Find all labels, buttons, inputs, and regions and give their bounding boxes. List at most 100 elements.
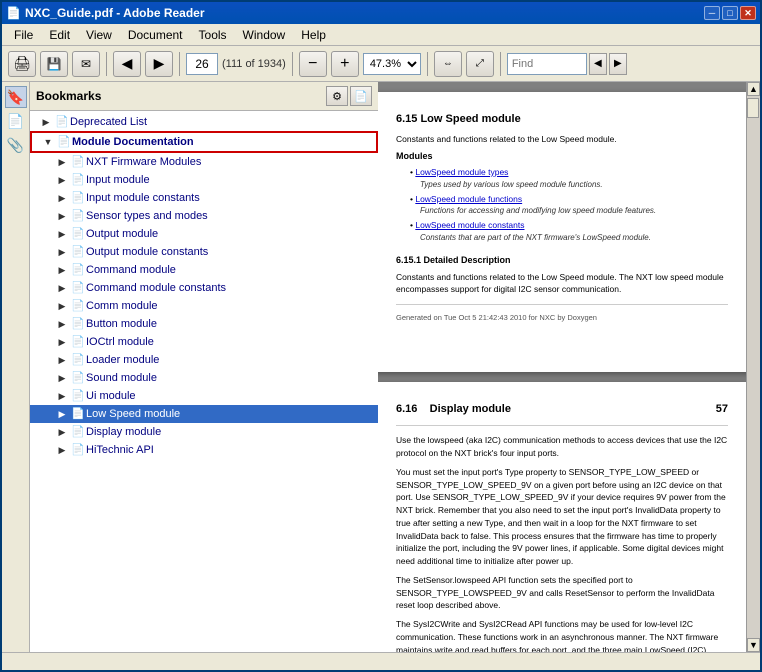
pages-panel-icon[interactable]: 📄: [5, 110, 27, 132]
toggle-sound-module[interactable]: ▶: [54, 370, 70, 386]
toggle-command-module[interactable]: ▶: [54, 262, 70, 278]
bookmark-output-module-const[interactable]: ▶ 📄 Output module constants: [30, 243, 378, 261]
find-prev-button[interactable]: ◀: [589, 53, 607, 75]
bookmark-command-module[interactable]: ▶ 📄 Command module: [30, 261, 378, 279]
bookmark-hitechnic[interactable]: ▶ 📄 HiTechnic API: [30, 441, 378, 459]
pdf-link-desc-0: Types used by various low speed module f…: [410, 180, 603, 189]
doc-icon-comm-module: 📄: [70, 298, 86, 314]
scroll-track[interactable]: [747, 96, 760, 638]
doc-icon-button-module: 📄: [70, 316, 86, 332]
menu-file[interactable]: File: [6, 26, 41, 44]
bookmark-button-module[interactable]: ▶ 📄 Button module: [30, 315, 378, 333]
label-command-module: Command module: [86, 262, 378, 278]
print-button[interactable]: 🖨: [8, 51, 36, 77]
toggle-hitechnic[interactable]: ▶: [54, 442, 70, 458]
toggle-output-module[interactable]: ▶: [54, 226, 70, 242]
maximize-button[interactable]: □: [722, 6, 738, 20]
scroll-up-arrow[interactable]: ▲: [747, 82, 760, 96]
bookmark-command-module-const[interactable]: ▶ 📄 Command module constants: [30, 279, 378, 297]
find-input[interactable]: [507, 53, 587, 75]
toggle-lowspeed-module[interactable]: ▶: [54, 406, 70, 422]
close-button[interactable]: ✕: [740, 6, 756, 20]
zoom-out-button[interactable]: −: [299, 51, 327, 77]
toggle-button-module[interactable]: ▶: [54, 316, 70, 332]
menu-tools[interactable]: Tools: [191, 26, 235, 44]
bookmark-module-doc[interactable]: ▼ 📄 Module Documentation: [30, 131, 378, 153]
doc-icon-sensor-types: 📄: [70, 208, 86, 224]
email-button[interactable]: ✉: [72, 51, 100, 77]
pdf-link-0[interactable]: LowSpeed module types: [415, 167, 508, 177]
bookmarks-header: Bookmarks ⚙ 📄: [30, 82, 378, 111]
bookmark-ui-module[interactable]: ▶ 📄 Ui module: [30, 387, 378, 405]
toggle-output-module-const[interactable]: ▶: [54, 244, 70, 260]
toggle-module-doc[interactable]: ▼: [40, 134, 56, 150]
back-button[interactable]: ◀: [113, 51, 141, 77]
zoom-select[interactable]: 47.3%: [363, 53, 421, 75]
doc-icon-module-doc: 📄: [56, 134, 72, 150]
doc-icon-input-module-const: 📄: [70, 190, 86, 206]
scroll-down-arrow[interactable]: ▼: [747, 638, 760, 652]
bookmark-input-module-const[interactable]: ▶ 📄 Input module constants: [30, 189, 378, 207]
toggle-input-module-const[interactable]: ▶: [54, 190, 70, 206]
bookmark-loader-module[interactable]: ▶ 📄 Loader module: [30, 351, 378, 369]
bookmark-lowspeed-module[interactable]: ▶ 📄 Low Speed module: [30, 405, 378, 423]
bookmark-ioctrl-module[interactable]: ▶ 📄 IOCtrl module: [30, 333, 378, 351]
bookmark-deprecated[interactable]: ▶ 📄 Deprecated List: [30, 113, 378, 131]
bookmark-comm-module[interactable]: ▶ 📄 Comm module: [30, 297, 378, 315]
toggle-deprecated[interactable]: ▶: [38, 114, 54, 130]
fit-width-button[interactable]: ⇔: [434, 51, 462, 77]
toggle-sensor-types[interactable]: ▶: [54, 208, 70, 224]
bookmark-sensor-types[interactable]: ▶ 📄 Sensor types and modes: [30, 207, 378, 225]
bookmark-output-module[interactable]: ▶ 📄 Output module: [30, 225, 378, 243]
toggle-ioctrl-module[interactable]: ▶: [54, 334, 70, 350]
doc-icon-command-module-const: 📄: [70, 280, 86, 296]
page-total: (111 of 1934): [222, 58, 286, 70]
bookmark-input-module[interactable]: ▶ 📄 Input module: [30, 171, 378, 189]
menu-window[interactable]: Window: [235, 26, 294, 44]
pdf-para2: The SetSensor.lowspeed API function sets…: [396, 574, 728, 612]
pdf-para3: The SysI2CWrite and SysI2CRead API funct…: [396, 618, 728, 652]
toggle-nxt-firmware[interactable]: ▶: [54, 154, 70, 170]
bookmark-display-module[interactable]: ▶ 📄 Display module: [30, 423, 378, 441]
toggle-display-module[interactable]: ▶: [54, 424, 70, 440]
bookmarks-panel: Bookmarks ⚙ 📄 ▶ 📄 Deprecated List: [30, 82, 378, 652]
toggle-comm-module[interactable]: ▶: [54, 298, 70, 314]
toggle-ui-module[interactable]: ▶: [54, 388, 70, 404]
toggle-loader-module[interactable]: ▶: [54, 352, 70, 368]
minimize-button[interactable]: ─: [704, 6, 720, 20]
bookmarks-panel-icon[interactable]: 🔖: [5, 86, 27, 108]
doc-icon-lowspeed-module: 📄: [70, 406, 86, 422]
zoom-in-button[interactable]: +: [331, 51, 359, 77]
main-window: 📄 NXC_Guide.pdf - Adobe Reader ─ □ ✕ Fil…: [0, 0, 762, 672]
find-next-button[interactable]: ▶: [609, 53, 627, 75]
sep2: [179, 52, 180, 76]
toggle-command-module-const[interactable]: ▶: [54, 280, 70, 296]
menu-document[interactable]: Document: [120, 26, 191, 44]
doc-icon-ui-module: 📄: [70, 388, 86, 404]
pdf-content-area[interactable]: 6.15 Low Speed module Constants and func…: [378, 82, 746, 652]
bookmark-nxt-firmware[interactable]: ▶ 📄 NXT Firmware Modules: [30, 153, 378, 171]
label-output-module: Output module: [86, 226, 378, 242]
scroll-thumb[interactable]: [747, 98, 759, 118]
pdf-page-num-2: 57: [716, 402, 728, 417]
bookmarks-new-button[interactable]: 📄: [350, 86, 372, 106]
forward-button[interactable]: ▶: [145, 51, 173, 77]
menu-view[interactable]: View: [78, 26, 120, 44]
toggle-input-module[interactable]: ▶: [54, 172, 70, 188]
menu-help[interactable]: Help: [293, 26, 334, 44]
bookmark-sound-module[interactable]: ▶ 📄 Sound module: [30, 369, 378, 387]
section-number-2: 6.16: [396, 403, 417, 415]
save-button[interactable]: 💾: [40, 51, 68, 77]
menu-edit[interactable]: Edit: [41, 26, 78, 44]
attachments-panel-icon[interactable]: 📎: [5, 134, 27, 156]
page-number-input[interactable]: [186, 53, 218, 75]
pdf-link-item-1: • LowSpeed module functions Functions fo…: [410, 194, 728, 218]
fit-page-button[interactable]: ⤢: [466, 51, 494, 77]
pdf-link-2[interactable]: LowSpeed module constants: [415, 220, 524, 230]
bookmarks-scroll[interactable]: ▶ 📄 Deprecated List ▼ 📄 Module Documenta…: [30, 111, 378, 652]
bookmarks-options-button[interactable]: ⚙: [326, 86, 348, 106]
pdf-link-1[interactable]: LowSpeed module functions: [415, 194, 522, 204]
doc-icon-sound-module: 📄: [70, 370, 86, 386]
pdf-section-header-1: 6.15 Low Speed module: [396, 112, 728, 127]
pdf-link-desc-1: Functions for accessing and modifying lo…: [410, 206, 656, 215]
